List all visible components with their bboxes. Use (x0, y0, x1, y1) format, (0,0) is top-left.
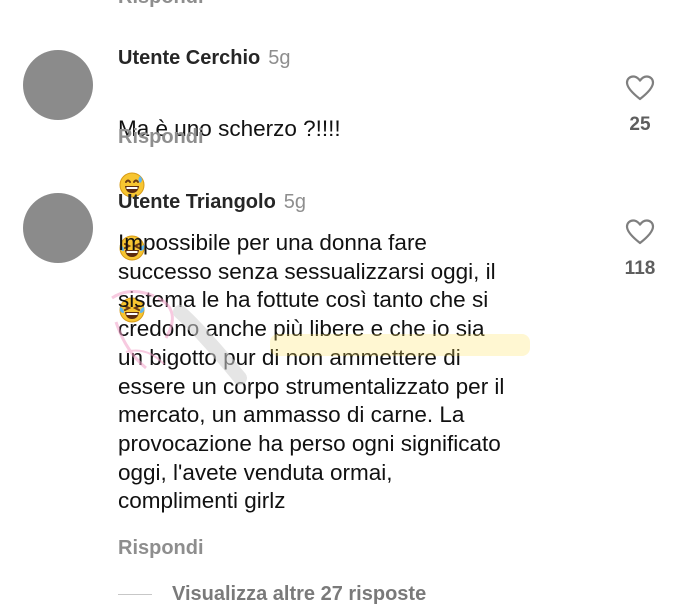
comment-author[interactable]: Utente Triangolo 5g (118, 191, 306, 214)
like-button[interactable]: 25 (610, 74, 670, 136)
reply-button[interactable]: Rispondi (118, 126, 204, 149)
reply-button[interactable]: Rispondi (118, 537, 204, 560)
username[interactable]: Utente Cerchio (118, 47, 260, 69)
username[interactable]: Utente Triangolo (118, 191, 276, 213)
view-more-replies-label[interactable]: Visualizza altre 27 risposte (172, 583, 426, 606)
avatar[interactable] (23, 50, 93, 120)
like-button[interactable]: 118 (610, 218, 670, 280)
comment-age: 5g (283, 191, 307, 213)
heart-icon[interactable] (625, 218, 655, 246)
like-count: 118 (624, 258, 656, 279)
like-count: 25 (629, 114, 651, 135)
comment-author[interactable]: Utente Cerchio 5g (118, 47, 291, 70)
comment-text: Impossibile per una donna fare successo … (118, 230, 505, 514)
comment-age: 5g (268, 47, 291, 69)
divider (118, 594, 152, 595)
heart-icon[interactable] (625, 74, 655, 102)
avatar[interactable] (23, 193, 93, 263)
previous-reply-link[interactable]: Rispondi (118, 0, 204, 9)
view-more-replies[interactable]: Visualizza altre 27 risposte (118, 583, 426, 606)
